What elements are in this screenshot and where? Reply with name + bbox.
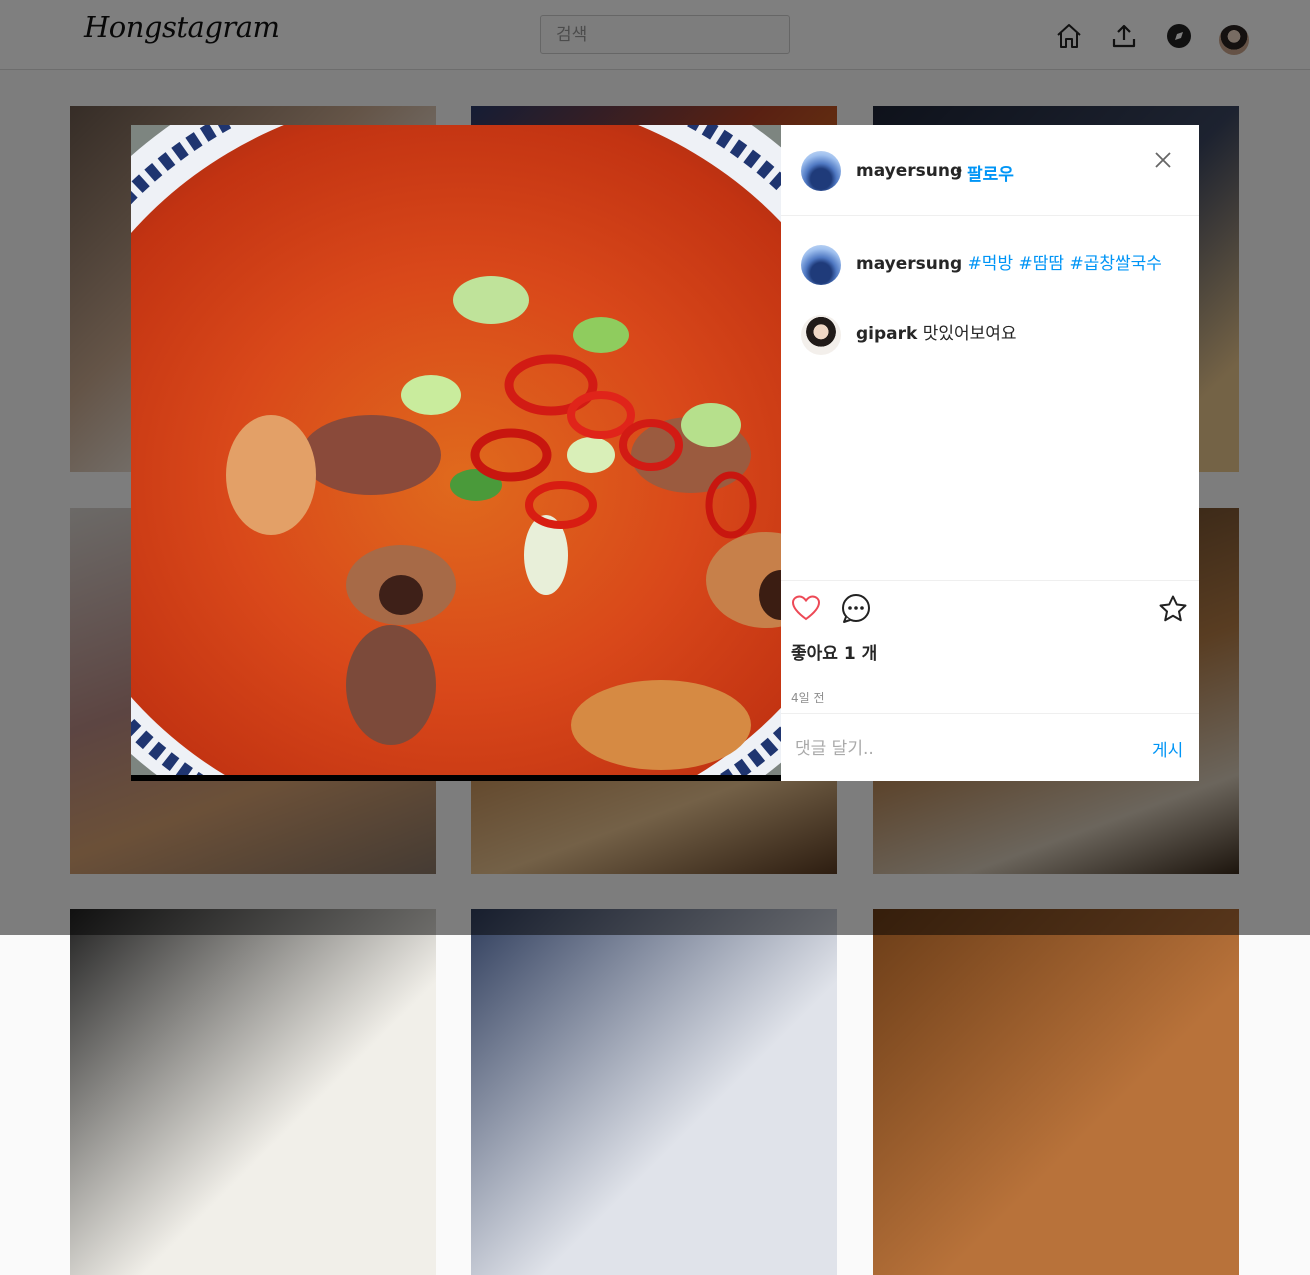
comment-username[interactable]: gipark bbox=[856, 324, 917, 344]
caption-username[interactable]: mayersung bbox=[856, 254, 962, 274]
follow-button[interactable]: 팔로우 bbox=[967, 160, 1014, 185]
grid-photo[interactable] bbox=[873, 909, 1239, 1275]
post-timestamp: 4일 전 bbox=[791, 691, 825, 705]
heart-icon[interactable] bbox=[791, 593, 821, 623]
grid-photo[interactable] bbox=[70, 909, 436, 1275]
comment-text: 맛있어보여요 bbox=[922, 324, 1017, 344]
post-comment-button[interactable]: 게시 bbox=[1152, 736, 1183, 761]
comment-icon[interactable] bbox=[840, 593, 872, 625]
post-photo bbox=[131, 125, 781, 781]
post-modal: mayersung • 팔로우 mayersung #먹방 #땀땀 #곱창쌀국수… bbox=[131, 125, 1199, 781]
hashtag-link[interactable]: #먹방 bbox=[968, 254, 1014, 274]
comment: gipark 맛있어보여요 bbox=[856, 319, 1017, 344]
grid-photo[interactable] bbox=[471, 909, 837, 1275]
caption: mayersung #먹방 #땀땀 #곱창쌀국수 bbox=[856, 249, 1162, 274]
hashtag-link[interactable]: #땀땀 bbox=[1019, 254, 1065, 274]
comment-form: 게시 bbox=[781, 713, 1199, 782]
hashtag-link[interactable]: #곱창쌀국수 bbox=[1069, 254, 1161, 274]
bookmark-star-icon[interactable] bbox=[1158, 594, 1188, 624]
commenter-avatar[interactable] bbox=[801, 315, 841, 355]
like-count[interactable]: 좋아요 1 개 bbox=[791, 639, 877, 664]
comment-input[interactable] bbox=[795, 734, 1115, 764]
close-icon[interactable] bbox=[1153, 150, 1173, 170]
caption-avatar[interactable] bbox=[801, 245, 841, 285]
post-header: mayersung • 팔로우 bbox=[781, 125, 1199, 216]
author-username[interactable]: mayersung bbox=[856, 161, 962, 181]
author-avatar[interactable] bbox=[801, 151, 841, 191]
separator-dot: • bbox=[954, 162, 965, 182]
food-photo-illustration bbox=[131, 125, 781, 781]
action-bar bbox=[781, 580, 1199, 581]
post-sidebar: mayersung • 팔로우 mayersung #먹방 #땀땀 #곱창쌀국수… bbox=[781, 125, 1199, 781]
